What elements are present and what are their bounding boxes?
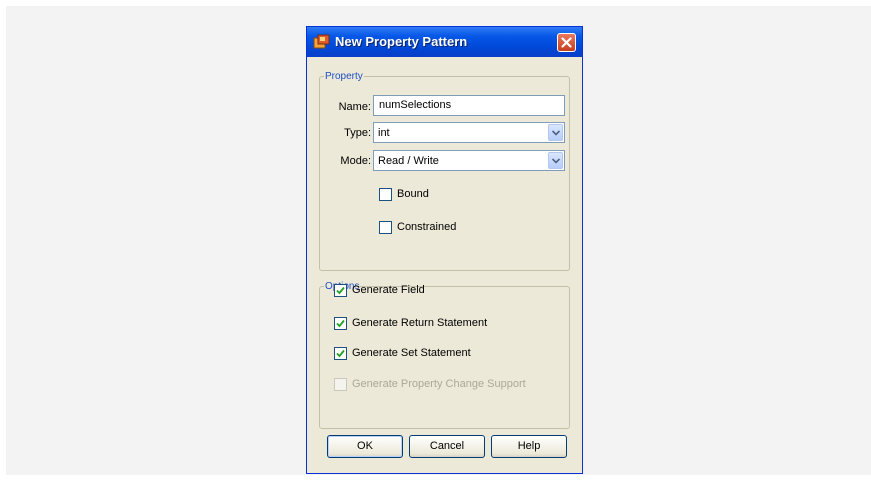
generate-field-label: Generate Field xyxy=(352,284,425,296)
close-button[interactable] xyxy=(557,33,576,52)
type-label: Type: xyxy=(344,127,371,139)
generate-return-statement-checkbox[interactable] xyxy=(334,317,347,330)
generate-property-change-support-label: Generate Property Change Support xyxy=(352,378,526,390)
mode-value: Read / Write xyxy=(378,155,439,167)
mode-label: Mode: xyxy=(340,155,371,167)
bound-label: Bound xyxy=(397,188,429,200)
chevron-down-icon xyxy=(552,158,560,164)
generate-set-statement-label: Generate Set Statement xyxy=(352,347,471,359)
type-combobox[interactable]: int xyxy=(373,122,565,143)
name-field[interactable]: numSelections xyxy=(373,95,565,116)
generate-field-checkbox[interactable] xyxy=(334,284,347,297)
mode-combobox[interactable]: Read / Write xyxy=(373,150,565,171)
help-button[interactable]: Help xyxy=(491,435,567,458)
generate-return-statement-label: Generate Return Statement xyxy=(352,317,488,329)
constrained-label: Constrained xyxy=(397,221,457,233)
chevron-down-icon xyxy=(552,130,560,136)
type-dropdown-button[interactable] xyxy=(548,124,563,141)
generate-property-change-support-checkbox xyxy=(334,378,347,391)
close-icon xyxy=(561,37,572,48)
netbeans-app-icon xyxy=(313,34,330,49)
type-value: int xyxy=(378,127,390,139)
mode-dropdown-button[interactable] xyxy=(548,152,563,169)
checkmark-icon xyxy=(336,286,345,295)
ok-button[interactable]: OK xyxy=(327,435,403,458)
constrained-checkbox[interactable] xyxy=(379,221,392,234)
new-property-pattern-dialog: New Property Pattern Property Name: numS… xyxy=(306,26,583,474)
property-group-legend: Property xyxy=(325,71,363,82)
checkmark-icon xyxy=(336,319,345,328)
checkmark-icon xyxy=(336,349,345,358)
title-bar[interactable]: New Property Pattern xyxy=(307,27,582,57)
bound-checkbox[interactable] xyxy=(379,188,392,201)
generate-set-statement-checkbox[interactable] xyxy=(334,347,347,360)
name-label: Name: xyxy=(338,101,371,113)
dialog-title: New Property Pattern xyxy=(335,34,468,49)
cancel-button[interactable]: Cancel xyxy=(409,435,485,458)
